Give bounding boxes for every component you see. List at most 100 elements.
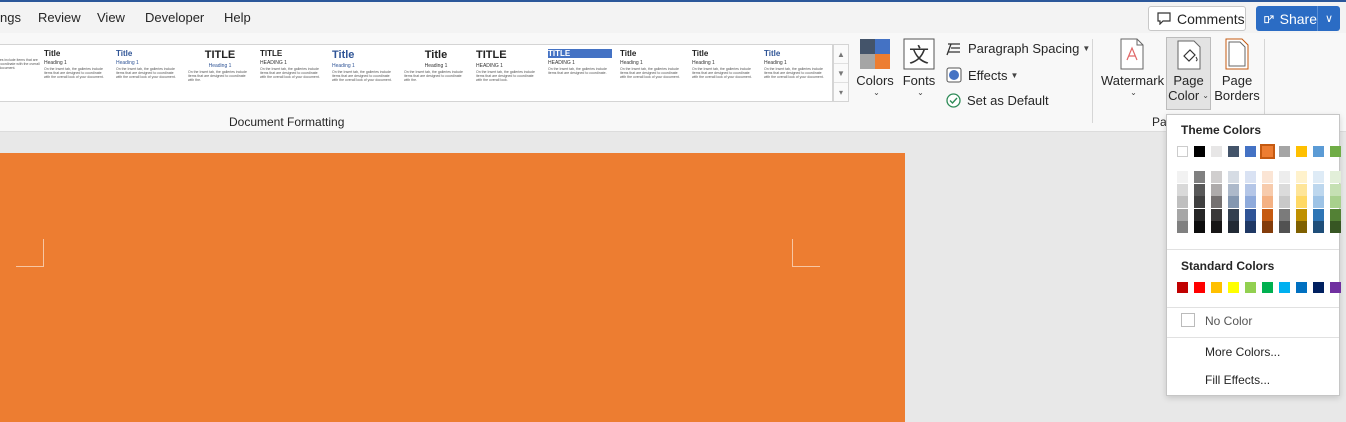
theme-shade-swatch[interactable]: [1228, 196, 1239, 208]
share-button[interactable]: Share ∨: [1256, 6, 1340, 31]
theme-shade-swatch[interactable]: [1211, 183, 1222, 196]
theme-shade-swatch[interactable]: [1313, 208, 1324, 221]
theme-shade-swatch[interactable]: [1228, 183, 1239, 196]
theme-shade-swatch[interactable]: [1245, 196, 1256, 208]
theme-color-swatch[interactable]: [1260, 144, 1275, 159]
theme-shade-swatch[interactable]: [1228, 208, 1239, 221]
style-set-thumbnail[interactable]: 1ia, the galleries include items that ar…: [0, 49, 44, 101]
theme-shade-swatch[interactable]: [1245, 171, 1256, 183]
standard-color-swatch[interactable]: [1313, 282, 1324, 293]
paragraph-spacing-button[interactable]: Paragraph Spacing ▼: [946, 41, 1090, 56]
theme-color-swatch[interactable]: [1194, 146, 1205, 157]
theme-shade-swatch[interactable]: [1296, 221, 1307, 233]
set-as-default-button[interactable]: Set as Default: [946, 93, 1049, 108]
theme-shade-swatch[interactable]: [1313, 196, 1324, 208]
theme-shade-swatch[interactable]: [1177, 183, 1188, 196]
style-set-thumbnail[interactable]: Title Heading 1 On the Insert tab, the gal…: [116, 49, 180, 101]
standard-color-swatch[interactable]: [1279, 282, 1290, 293]
theme-color-swatch[interactable]: [1279, 146, 1290, 157]
standard-color-swatch[interactable]: [1245, 282, 1256, 293]
theme-shade-swatch[interactable]: [1296, 208, 1307, 221]
fonts-button[interactable]: 文 Fonts ⌄: [900, 38, 938, 97]
theme-shade-swatch[interactable]: [1245, 221, 1256, 233]
document-page[interactable]: [0, 153, 905, 422]
theme-shade-swatch[interactable]: [1177, 208, 1188, 221]
theme-shade-swatch[interactable]: [1279, 183, 1290, 196]
theme-shade-swatch[interactable]: [1313, 221, 1324, 233]
tab-view[interactable]: View: [97, 10, 125, 25]
theme-color-swatch[interactable]: [1228, 146, 1239, 157]
standard-color-swatch[interactable]: [1211, 282, 1222, 293]
theme-shade-swatch[interactable]: [1194, 183, 1205, 196]
theme-color-swatch[interactable]: [1211, 146, 1222, 157]
standard-color-swatch[interactable]: [1296, 282, 1307, 293]
gallery-scroll-down-icon[interactable]: ▼: [834, 64, 848, 83]
standard-color-swatch[interactable]: [1262, 282, 1273, 293]
effects-button[interactable]: Effects ▼: [946, 67, 1018, 83]
theme-shade-swatch[interactable]: [1177, 221, 1188, 233]
gallery-scroll-up-icon[interactable]: ▲: [834, 45, 848, 64]
theme-shade-swatch[interactable]: [1245, 208, 1256, 221]
more-colors-option[interactable]: More Colors...: [1205, 345, 1280, 359]
standard-color-swatch[interactable]: [1228, 282, 1239, 293]
no-color-option[interactable]: No Color: [1167, 313, 1339, 329]
theme-shade-swatch[interactable]: [1296, 171, 1307, 183]
share-dropdown-chevron-icon[interactable]: ∨: [1318, 12, 1340, 25]
standard-color-swatch[interactable]: [1330, 282, 1341, 293]
theme-shade-swatch[interactable]: [1228, 171, 1239, 183]
fill-effects-option[interactable]: Fill Effects...: [1205, 373, 1270, 387]
theme-shade-swatch[interactable]: [1330, 221, 1341, 233]
style-set-thumbnail[interactable]: Title Heading 1 On the Insert tab, the gal…: [692, 49, 756, 101]
theme-shade-swatch[interactable]: [1245, 183, 1256, 196]
theme-shade-swatch[interactable]: [1279, 208, 1290, 221]
page-color-button[interactable]: Page Color ⌄: [1166, 37, 1211, 110]
theme-shade-swatch[interactable]: [1279, 221, 1290, 233]
theme-shade-swatch[interactable]: [1194, 196, 1205, 208]
theme-shade-swatch[interactable]: [1313, 171, 1324, 183]
theme-shade-swatch[interactable]: [1330, 183, 1341, 196]
style-set-thumbnail[interactable]: TITLE HEADING 1 On the Insert tab, the gal…: [476, 49, 540, 101]
comments-button[interactable]: Comments: [1148, 6, 1246, 31]
style-set-thumbnail[interactable]: Title Heading 1 On the Insert tab, the gal…: [620, 49, 684, 101]
gallery-more-icon[interactable]: ▾: [834, 83, 848, 102]
theme-shade-swatch[interactable]: [1279, 196, 1290, 208]
theme-shade-swatch[interactable]: [1296, 183, 1307, 196]
theme-color-swatch[interactable]: [1296, 146, 1307, 157]
tab-review[interactable]: Review: [38, 10, 81, 25]
theme-shade-swatch[interactable]: [1330, 171, 1341, 183]
style-set-thumbnail[interactable]: Title Heading 1 On the Insert tab, the gal…: [332, 49, 396, 101]
theme-shade-swatch[interactable]: [1262, 196, 1273, 208]
tab-help[interactable]: Help: [224, 10, 251, 25]
style-set-thumbnail[interactable]: TITLE HEADING 1 On the Insert tab, the gal…: [260, 49, 324, 101]
theme-shade-swatch[interactable]: [1262, 171, 1273, 183]
theme-shade-swatch[interactable]: [1194, 208, 1205, 221]
theme-shade-swatch[interactable]: [1330, 208, 1341, 221]
style-set-thumbnail[interactable]: TITLE Heading 1 On the Insert tab, the gal…: [188, 49, 252, 101]
colors-button[interactable]: Colors ⌄: [856, 38, 894, 97]
style-set-thumbnail[interactable]: Title Heading 1 On the Insert tab, the gal…: [404, 49, 468, 101]
style-set-thumbnail[interactable]: TITLE HEADING 1 On the Insert tab, the gal…: [548, 49, 612, 101]
theme-shade-swatch[interactable]: [1177, 171, 1188, 183]
theme-color-swatch[interactable]: [1177, 146, 1188, 157]
theme-shade-swatch[interactable]: [1211, 196, 1222, 208]
theme-color-swatch[interactable]: [1330, 146, 1341, 157]
standard-color-swatch[interactable]: [1194, 282, 1205, 293]
page-borders-button[interactable]: Page Borders: [1214, 38, 1260, 103]
watermark-button[interactable]: Watermark ⌄: [1101, 38, 1164, 97]
theme-shade-swatch[interactable]: [1296, 196, 1307, 208]
theme-shade-swatch[interactable]: [1228, 221, 1239, 233]
theme-shade-swatch[interactable]: [1330, 196, 1341, 208]
style-set-thumbnail[interactable]: Title Heading 1 On the Insert tab, the gal…: [44, 49, 108, 101]
theme-color-swatch[interactable]: [1313, 146, 1324, 157]
theme-shade-swatch[interactable]: [1194, 221, 1205, 233]
theme-shade-swatch[interactable]: [1262, 221, 1273, 233]
tab-developer[interactable]: Developer: [145, 10, 204, 25]
theme-shade-swatch[interactable]: [1211, 171, 1222, 183]
style-set-thumbnail[interactable]: Title Heading 1 On the Insert tab, the gal…: [764, 49, 828, 101]
theme-shade-swatch[interactable]: [1211, 208, 1222, 221]
standard-color-swatch[interactable]: [1177, 282, 1188, 293]
theme-shade-swatch[interactable]: [1262, 208, 1273, 221]
theme-shade-swatch[interactable]: [1313, 183, 1324, 196]
tab-designings[interactable]: ngs: [0, 10, 21, 25]
theme-shade-swatch[interactable]: [1194, 171, 1205, 183]
